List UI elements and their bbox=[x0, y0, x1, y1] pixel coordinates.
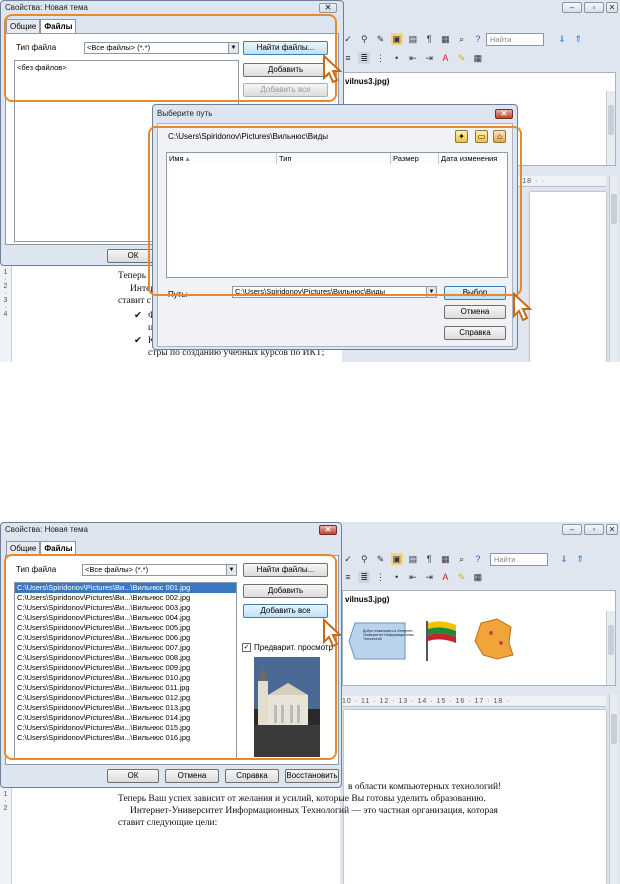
numbering-icon[interactable]: ⋮ bbox=[374, 571, 386, 583]
find-up-icon[interactable]: ⇑ bbox=[574, 553, 586, 565]
minimize-button-2[interactable]: – bbox=[562, 524, 582, 535]
zoom-icon[interactable]: ⌕ bbox=[456, 33, 468, 45]
path-help-button[interactable]: Справка bbox=[444, 326, 506, 340]
justify-icon[interactable]: ≣ bbox=[358, 571, 371, 583]
minimize-button[interactable]: – bbox=[562, 2, 582, 13]
help-icon[interactable]: ? bbox=[472, 553, 484, 565]
gallery-scrollbar[interactable] bbox=[606, 91, 615, 165]
gallery-thumb-flag[interactable] bbox=[423, 617, 459, 663]
align-right-icon[interactable]: ≡ bbox=[342, 571, 354, 583]
doc-scroll-thumb-2[interactable] bbox=[611, 714, 617, 744]
mouse-cursor-icon-2 bbox=[513, 292, 533, 322]
doc-line-1: Теперь I bbox=[118, 271, 150, 281]
table-icon[interactable]: ▦ bbox=[439, 33, 451, 45]
maximize-button[interactable]: ▫ bbox=[584, 2, 604, 13]
indent-dec-icon[interactable]: ⇤ bbox=[407, 571, 419, 583]
database-icon[interactable]: ▤ bbox=[407, 33, 419, 45]
doc-scroll-thumb[interactable] bbox=[611, 194, 617, 224]
gallery-thumb-caption: Добро пожаловать в Интернет-Университет … bbox=[363, 629, 414, 641]
pilcrow-icon[interactable]: ¶ bbox=[423, 33, 435, 45]
checkmark-icon-2: ✔ bbox=[134, 336, 142, 346]
background-icon[interactable]: ▦ bbox=[472, 571, 484, 583]
checkmark-icon: ✔ bbox=[134, 311, 142, 321]
dialog-title: Свойства: Новая тема bbox=[5, 3, 88, 12]
close-icon-2[interactable]: ✕ bbox=[319, 525, 337, 535]
indent-dec-icon[interactable]: ⇤ bbox=[407, 52, 419, 64]
font-color-icon[interactable]: A bbox=[439, 52, 451, 64]
gallery-scroll-thumb[interactable] bbox=[608, 105, 614, 135]
binoculars-icon[interactable]: ⚲ bbox=[358, 553, 370, 565]
gallery-scroll-thumb-2[interactable] bbox=[608, 625, 614, 655]
find-nav-2: ⇓ ⇑ bbox=[558, 553, 616, 567]
path-dialog-title: Выберите путь bbox=[157, 109, 213, 118]
find-down-icon[interactable]: ⇓ bbox=[556, 33, 568, 45]
close-icon[interactable]: ✕ bbox=[319, 3, 337, 13]
justify-icon[interactable]: ≣ bbox=[358, 52, 371, 64]
restore-button[interactable]: Восстановить bbox=[285, 769, 339, 783]
help-button-2[interactable]: Справка bbox=[225, 769, 279, 783]
gallery-pane-2: vilnus3.jpg) Добро пожаловать в Интернет… bbox=[342, 590, 616, 686]
toolbar-row-2: ≡ ≣ ⋮ • ⇤ ⇥ A ✎ ▦ bbox=[342, 52, 616, 66]
background-icon[interactable]: ▦ bbox=[472, 52, 484, 64]
cancel-button-2[interactable]: Отмена bbox=[165, 769, 219, 783]
navigator-icon[interactable]: ✎ bbox=[374, 33, 386, 45]
binoculars-icon[interactable]: ⚲ bbox=[358, 33, 370, 45]
find-up-icon[interactable]: ⇑ bbox=[572, 33, 584, 45]
horizontal-ruler-2: 10 · 11 · 12 · 13 · 14 · 15 · 16 · 17 · … bbox=[342, 696, 606, 707]
indent-inc-icon[interactable]: ⇥ bbox=[423, 571, 435, 583]
close-app-button[interactable]: ✕ bbox=[606, 2, 618, 13]
doc-line-b4: ставит следующие цели: bbox=[118, 818, 218, 828]
path-close-icon[interactable]: ✕ bbox=[495, 109, 513, 119]
gallery-thumb-map[interactable] bbox=[471, 615, 517, 663]
screenshot-top: – ▫ ✕ ✓ ⚲ ✎ ▣ ▤ ¶ ▦ ⌕ ? Найти ⇓ ⇑ ≡ ≣ ⋮ … bbox=[0, 0, 620, 362]
maximize-button-2[interactable]: ▫ bbox=[584, 524, 604, 535]
font-color-icon[interactable]: A bbox=[439, 571, 451, 583]
ok-button-2[interactable]: ОК bbox=[107, 769, 159, 783]
gallery-scrollbar-2[interactable] bbox=[606, 611, 615, 685]
gallery-icon[interactable]: ▣ bbox=[390, 33, 403, 45]
indent-inc-icon[interactable]: ⇥ bbox=[423, 52, 435, 64]
doc-scrollbar[interactable] bbox=[609, 176, 618, 362]
dialog2-title: Свойства: Новая тема bbox=[5, 525, 88, 534]
gallery-thumb-banner[interactable] bbox=[347, 619, 407, 663]
find-nav: ⇓ ⇑ bbox=[556, 33, 616, 47]
highlight-frame-1 bbox=[4, 14, 337, 102]
find-down-icon[interactable]: ⇓ bbox=[558, 553, 570, 565]
screenshot-bottom: – ▫ ✕ ✓ ⚲ ✎ ▣ ▤ ¶ ▦ ⌕ ? Найти ⇓ ⇑ ≡ ≣ ⋮ … bbox=[0, 522, 620, 884]
gallery-icon[interactable]: ▣ bbox=[390, 553, 403, 565]
document-page-right bbox=[530, 192, 606, 362]
toolbar-row-2b: ≡ ≣ ⋮ • ⇤ ⇥ A ✎ ▦ bbox=[342, 571, 616, 585]
pilcrow-icon[interactable]: ¶ bbox=[423, 553, 435, 565]
tab-strip-2: Общие Файлы bbox=[6, 540, 77, 556]
find-input-2[interactable]: Найти bbox=[490, 553, 548, 566]
find-input[interactable]: Найти bbox=[486, 33, 544, 46]
database-icon[interactable]: ▤ bbox=[407, 553, 419, 565]
highlight-icon[interactable]: ✎ bbox=[456, 52, 468, 64]
mouse-cursor-icon bbox=[323, 54, 343, 84]
gallery-filename-2: vilnus3.jpg) bbox=[345, 595, 390, 604]
spellcheck-icon[interactable]: ✓ bbox=[342, 553, 354, 565]
vertical-ruler-2: ·1·2 bbox=[0, 784, 12, 884]
mouse-cursor-icon-3 bbox=[323, 618, 343, 648]
highlight-icon[interactable]: ✎ bbox=[456, 571, 468, 583]
doc-scrollbar-2[interactable] bbox=[609, 694, 618, 884]
horizontal-ruler: · 18 · · bbox=[516, 176, 606, 187]
tab-general-2[interactable]: Общие bbox=[6, 541, 41, 555]
close-app-button-2[interactable]: ✕ bbox=[606, 524, 618, 535]
table-icon[interactable]: ▦ bbox=[439, 553, 451, 565]
zoom-icon[interactable]: ⌕ bbox=[456, 553, 468, 565]
path-cancel-button[interactable]: Отмена bbox=[444, 305, 506, 319]
highlight-frame-3 bbox=[4, 554, 337, 760]
navigator-icon[interactable]: ✎ bbox=[374, 553, 386, 565]
highlight-frame-2 bbox=[148, 126, 522, 296]
numbering-icon[interactable]: ⋮ bbox=[374, 52, 386, 64]
vertical-ruler: ·1·2·3·4 bbox=[0, 262, 12, 362]
help-icon[interactable]: ? bbox=[472, 33, 484, 45]
doc-line-3: ставит с bbox=[118, 296, 152, 306]
gallery-filename: vilnus3.jpg) bbox=[345, 77, 390, 86]
bullets-icon[interactable]: • bbox=[391, 52, 403, 64]
bullets-icon[interactable]: • bbox=[391, 571, 403, 583]
